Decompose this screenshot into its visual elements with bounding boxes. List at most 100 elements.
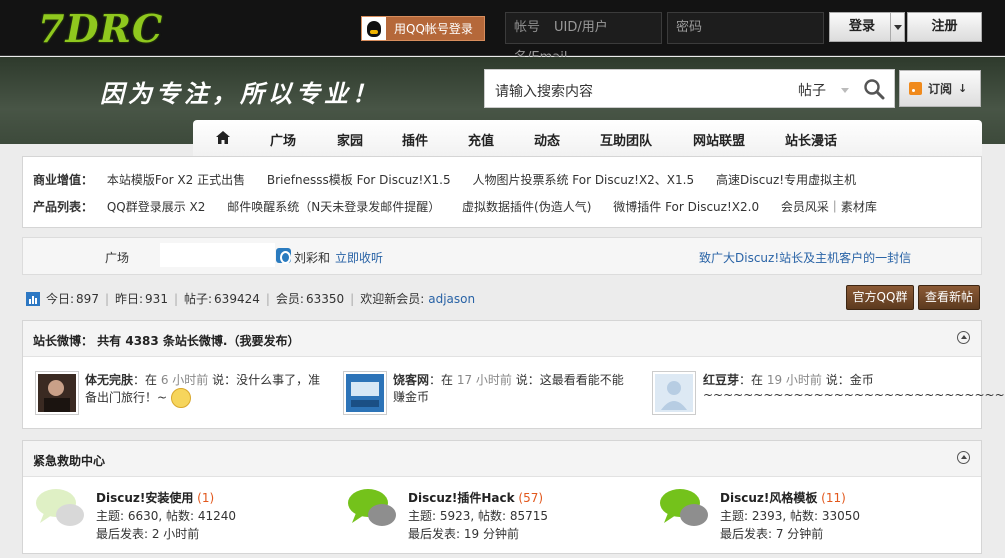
weibo-user[interactable]: 饶客网 <box>393 373 429 387</box>
nav-item-home[interactable]: 家园 <box>337 130 363 149</box>
login-dropdown-arrow-icon[interactable] <box>890 13 904 41</box>
avatar[interactable] <box>35 371 79 415</box>
home-icon[interactable] <box>216 131 230 144</box>
forum-bubble-icon[interactable] <box>346 487 398 531</box>
nav-item-recharge[interactable]: 充值 <box>468 130 494 149</box>
new-posts-button[interactable]: 查看新帖 <box>918 285 980 310</box>
forum-name[interactable]: Discuz!安装使用 <box>96 491 193 505</box>
account-input[interactable]: 帐号UID/用户名/Email <box>505 12 662 65</box>
weibo-item: 红豆芽：在 19 小时前 说：金币~~~~~~~~~~~~~~~~~~~~~~~… <box>703 371 1005 402</box>
forum-last-post[interactable]: 最后发表: 2 小时前 <box>96 525 236 543</box>
avatar[interactable] <box>652 371 696 415</box>
forum-count: (1) <box>197 491 215 505</box>
weibo-time: 19 小时前 <box>766 373 822 387</box>
link-photo-vote[interactable]: 人物图片投票系统 For Discuz!X2、X1.5 <box>472 173 694 187</box>
announcement-link[interactable]: 致广大Discuz!站长及主机客户的一封信 <box>699 249 911 266</box>
link-virtual-data[interactable]: 虚拟数据插件(伪造人气) <box>462 200 591 214</box>
forum-item: Discuz!插件Hack (57) 主题: 5923, 帖数: 85715 最… <box>408 489 548 543</box>
yesterday-label: 昨日: <box>115 292 144 306</box>
forum-item: Discuz!安装使用 (1) 主题: 6630, 帖数: 41240 最后发表… <box>96 489 236 543</box>
weibo-at: ：在 <box>133 373 161 387</box>
listen-user: 刘彩和 <box>294 251 331 265</box>
business-label: 商业增值： <box>33 173 94 187</box>
stats-chart-icon <box>26 291 40 306</box>
today-count: 897 <box>76 291 99 306</box>
qq-login-label: 用QQ帐号登录 <box>394 22 473 36</box>
divider: | <box>104 291 109 306</box>
link-member-style[interactable]: 会员风采｜素材库 <box>781 200 877 214</box>
link-template-sale[interactable]: 本站模版For X2 正式出售 <box>107 173 245 187</box>
forum-count: (57) <box>518 491 544 505</box>
breadcrumb: 广场 刘彩和 立即收听 致广大Discuz!站长及主机客户的一封信 <box>22 237 982 275</box>
login-button[interactable]: 登录 <box>829 12 905 42</box>
link-qq-group[interactable]: QQ群登录展示 X2 <box>107 200 206 214</box>
search-icon[interactable] <box>863 78 885 100</box>
divider: | <box>173 291 178 306</box>
divider: | <box>265 291 270 306</box>
weibo-user[interactable]: 红豆芽 <box>703 373 739 387</box>
main-nav: 广场 家园 插件 充值 动态 互助团队 网站联盟 站长漫话 <box>193 120 982 157</box>
nav-item-plugins[interactable]: 插件 <box>402 130 428 149</box>
qq-penguin-icon <box>362 17 386 40</box>
forum-count: (11) <box>821 491 846 505</box>
rss-subscribe-button[interactable]: 订阅 ↓ <box>899 70 981 107</box>
link-mail-wakeup[interactable]: 邮件唤醒系统（N天未登录发邮件提醒） <box>227 200 440 214</box>
search-placeholder: 请输入搜索内容 <box>495 84 593 100</box>
arrow-down-icon: ↓ <box>958 82 968 95</box>
weibo-title: 站长微博： 共有 4383 条站长微博.（我要发布） <box>33 334 300 348</box>
forum-bubble-icon[interactable] <box>34 487 86 531</box>
divider: | <box>350 291 355 306</box>
forum-name[interactable]: Discuz!插件Hack <box>408 491 515 505</box>
weibo-user[interactable]: 体无完肤 <box>85 373 133 387</box>
nav-item-comics[interactable]: 站长漫话 <box>785 130 837 149</box>
forum-stats: 主题: 2393, 帖数: 33050 <box>720 509 861 523</box>
weibo-item: 饶客网：在 17 小时前 说：这最看看能不能赚金币 <box>393 371 633 405</box>
forum-last-post[interactable]: 最后发表: 19 分钟前 <box>408 525 548 543</box>
search-scope-select[interactable]: 帖子 <box>798 80 826 100</box>
weibo-time: 6 小时前 <box>160 373 209 387</box>
weibo-at: ：在 <box>429 373 457 387</box>
nav-item-team[interactable]: 互助团队 <box>600 130 652 149</box>
chevron-down-icon[interactable] <box>841 88 849 93</box>
account-label: 帐号 <box>514 20 541 35</box>
link-weibo-plugin[interactable]: 微博插件 For Discuz!X2.0 <box>613 200 759 214</box>
listen-now-link[interactable]: 立即收听 <box>335 249 383 266</box>
help-center-header: 紧急救助中心 <box>23 441 981 477</box>
nav-item-alliance[interactable]: 网站联盟 <box>693 130 745 149</box>
weibo-listen-icon[interactable] <box>276 248 291 264</box>
link-virtual-host[interactable]: 高速Discuz!专用虚拟主机 <box>716 173 856 187</box>
posts-label: 帖子: <box>184 292 213 306</box>
members-label: 会员: <box>275 292 304 306</box>
password-placeholder: 密码 <box>676 20 703 35</box>
forum-last-post[interactable]: 最后发表: 7 分钟前 <box>720 525 860 543</box>
avatar[interactable] <box>343 371 387 415</box>
today-label: 今日: <box>46 292 75 306</box>
new-member-link[interactable]: adjason <box>428 292 475 306</box>
link-briefness-template[interactable]: Briefnesss模板 For Discuz!X1.5 <box>267 173 451 187</box>
product-links: 产品列表： QQ群登录展示 X2 邮件唤醒系统（N天未登录发邮件提醒） 虚拟数据… <box>33 198 895 215</box>
breadcrumb-home[interactable]: 广场 <box>105 249 129 266</box>
collapse-icon[interactable] <box>957 451 970 464</box>
help-center-title: 紧急救助中心 <box>33 454 106 468</box>
forum-name[interactable]: Discuz!风格模板 <box>720 491 817 505</box>
search-input[interactable]: 请输入搜索内容 帖子 <box>484 69 895 108</box>
weibo-box: 站长微博： 共有 4383 条站长微博.（我要发布） 体无完肤：在 6 小时前 … <box>22 320 1005 429</box>
forum-item: Discuz!风格模板 (11) 主题: 2393, 帖数: 33050 最后发… <box>720 489 860 543</box>
register-button[interactable]: 注册 <box>907 12 982 42</box>
forum-stats: 主题: 5923, 帖数: 85715 <box>408 509 549 523</box>
password-input[interactable]: 密码 <box>667 12 824 44</box>
top-bar: 7DRC 用QQ帐号登录 帐号UID/用户名/Email 密码 登录 注册 <box>0 0 1005 65</box>
nav-item-feed[interactable]: 动态 <box>534 130 560 149</box>
weibo-item: 体无完肤：在 6 小时前 说：没什么事了，准备出门旅行！~ <box>85 371 325 408</box>
business-links: 商业增值： 本站模版For X2 正式出售 Briefnesss模板 For D… <box>33 171 874 188</box>
site-logo-icon <box>346 374 384 412</box>
forum-bubble-icon[interactable] <box>658 487 710 531</box>
site-logo[interactable]: 7DRC <box>38 6 163 51</box>
collapse-icon[interactable] <box>957 331 970 344</box>
weibo-at: ：在 <box>739 373 767 387</box>
nav-item-square[interactable]: 广场 <box>270 130 296 149</box>
rss-icon <box>909 82 922 95</box>
posts-count: 639424 <box>214 291 260 306</box>
qq-group-button[interactable]: 官方QQ群 <box>846 285 914 310</box>
qq-login-button[interactable]: 用QQ帐号登录 <box>361 16 485 41</box>
